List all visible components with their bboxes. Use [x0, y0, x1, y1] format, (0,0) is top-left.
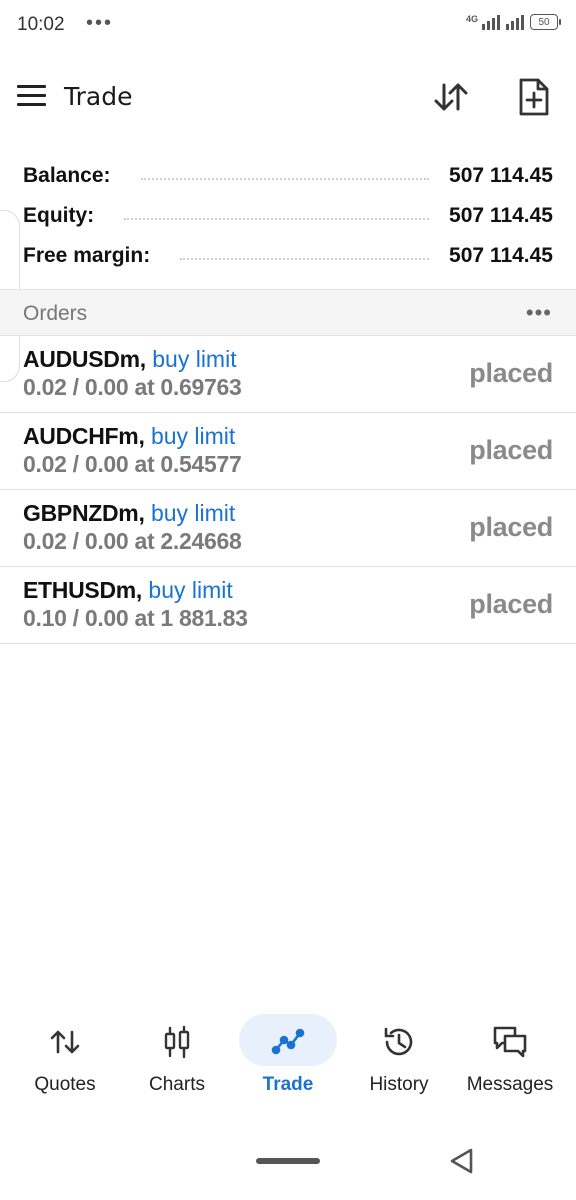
order-list: AUDUSDm, buy limit 0.02 / 0.00 at 0.6976…: [0, 336, 576, 644]
back-triangle-icon[interactable]: [447, 1146, 477, 1176]
free-margin-value: 507 114.45: [449, 244, 553, 267]
orders-title: Orders: [23, 302, 88, 325]
order-row[interactable]: AUDCHFm, buy limit 0.02 / 0.00 at 0.5457…: [0, 413, 576, 490]
order-status: placed: [469, 512, 553, 542]
trade-line-icon: [271, 1028, 305, 1055]
order-detail: 0.02 / 0.00 at 2.24668: [23, 528, 242, 554]
order-row[interactable]: ETHUSDm, buy limit 0.10 / 0.00 at 1 881.…: [0, 567, 576, 644]
app-header: Trade: [0, 60, 576, 136]
balance-row: Balance: 507 114.45: [0, 156, 576, 196]
network-type: 4G: [465, 14, 478, 24]
order-type: buy limit: [150, 423, 236, 449]
status-notification-dots: •••: [86, 12, 114, 34]
nav-item-history[interactable]: History: [344, 1010, 454, 1110]
nav-label-trade: Trade: [262, 1074, 314, 1095]
order-type: buy limit: [148, 577, 233, 603]
sort-arrows-icon[interactable]: [431, 77, 471, 117]
new-document-icon[interactable]: [514, 77, 554, 117]
order-symbol: GBPNZDm,: [23, 500, 145, 526]
orders-section-header: Orders •••: [0, 289, 576, 336]
equity-value: 507 114.45: [449, 204, 553, 227]
battery-level: 50: [538, 16, 550, 28]
signal-icon-2: [506, 14, 524, 30]
dotted-leader: [140, 178, 430, 180]
account-summary: Balance: 507 114.45 Equity: 507 114.45 F…: [0, 156, 576, 276]
dotted-leader: [180, 258, 430, 260]
order-row[interactable]: GBPNZDm, buy limit 0.02 / 0.00 at 2.2466…: [0, 490, 576, 567]
history-clock-icon: [384, 1027, 413, 1056]
order-detail: 0.02 / 0.00 at 0.54577: [23, 451, 242, 477]
free-margin-row: Free margin: 507 114.45: [0, 236, 576, 276]
status-time: 10:02: [17, 14, 65, 35]
more-options-icon[interactable]: •••: [526, 300, 552, 326]
nav-item-charts[interactable]: Charts: [122, 1010, 232, 1110]
nav-label-charts: Charts: [149, 1074, 205, 1095]
order-type: buy limit: [152, 346, 237, 372]
page-title: Trade: [64, 82, 133, 111]
balance-value: 507 114.45: [449, 164, 553, 187]
nav-label-messages: Messages: [466, 1074, 554, 1095]
order-status: placed: [469, 358, 553, 388]
order-status: placed: [469, 435, 553, 465]
status-indicators: 4G 50: [465, 14, 561, 30]
order-symbol: ETHUSDm,: [23, 577, 143, 603]
free-margin-label: Free margin:: [23, 244, 151, 267]
equity-label: Equity:: [23, 204, 95, 227]
order-type: buy limit: [150, 500, 236, 526]
battery-icon: 50: [530, 14, 561, 30]
order-symbol: AUDCHFm,: [23, 423, 145, 449]
signal-icon: [482, 14, 500, 30]
status-bar: 10:02 ••• 4G 50: [0, 0, 576, 50]
home-gesture-bar[interactable]: [256, 1158, 320, 1164]
messages-icon: [493, 1026, 527, 1058]
order-status: placed: [469, 589, 553, 619]
bottom-navigation: Quotes Charts Trade History Messages: [0, 1010, 576, 1110]
order-detail: 0.10 / 0.00 at 1 881.83: [23, 605, 248, 631]
dotted-leader: [124, 218, 430, 220]
nav-label-quotes: Quotes: [34, 1074, 96, 1095]
quotes-arrows-icon: [50, 1030, 80, 1054]
menu-icon[interactable]: [17, 85, 47, 109]
nav-item-quotes[interactable]: Quotes: [10, 1010, 120, 1110]
balance-label: Balance:: [23, 164, 111, 187]
order-detail: 0.02 / 0.00 at 0.69763: [23, 374, 242, 400]
nav-label-history: History: [369, 1074, 429, 1095]
order-row[interactable]: AUDUSDm, buy limit 0.02 / 0.00 at 0.6976…: [0, 336, 576, 413]
equity-row: Equity: 507 114.45: [0, 196, 576, 236]
nav-item-messages[interactable]: Messages: [455, 1010, 565, 1110]
nav-item-trade[interactable]: Trade: [233, 1010, 343, 1110]
order-symbol: AUDUSDm,: [23, 346, 146, 372]
candlestick-icon: [164, 1025, 190, 1059]
